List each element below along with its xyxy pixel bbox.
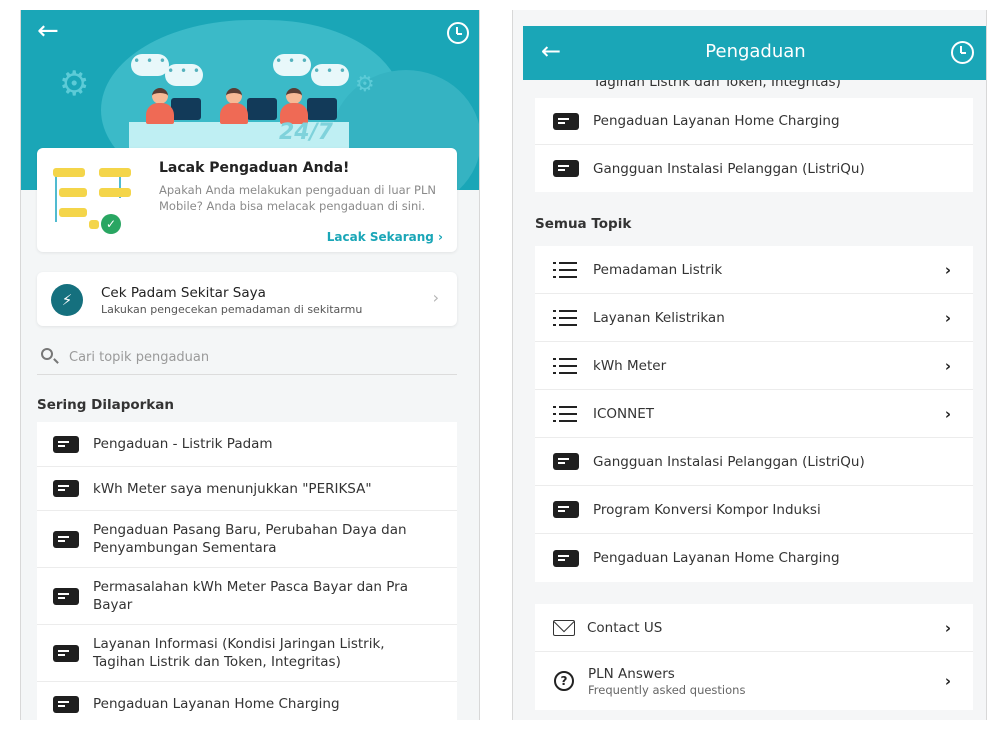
agent-illustration — [217, 88, 251, 124]
chat-bubble-icon: • • • — [131, 54, 169, 76]
contact-us-item[interactable]: Contact US › — [535, 604, 973, 652]
agent-illustration — [277, 88, 311, 124]
section-title-semua: Semua Topik — [535, 216, 632, 232]
page-title: Pengaduan — [705, 41, 806, 62]
card-icon — [53, 530, 79, 548]
monitor-illustration — [247, 98, 277, 120]
list-item[interactable]: Pengaduan - Listrik Padam — [37, 422, 457, 467]
pln-answers-label: PLN Answers — [588, 666, 675, 682]
track-now-link[interactable]: Lacak Sekarang › — [327, 230, 443, 244]
card-icon — [553, 549, 579, 567]
cek-padam-title: Cek Padam Sekitar Saya — [101, 285, 266, 301]
chat-bubble-icon: • • • — [273, 54, 311, 76]
chevron-right-icon: › — [944, 618, 951, 637]
frequent-topics-list: Pengaduan - Listrik Padam kWh Meter saya… — [37, 422, 457, 720]
history-clock-icon[interactable] — [951, 41, 974, 64]
pln-answers-text: PLN Answers Frequently asked questions — [588, 665, 745, 697]
chat-bubble-icon: • • • — [311, 64, 349, 86]
list-item[interactable]: Program Konversi Kompor Induksi — [535, 486, 973, 534]
question-icon: ? — [554, 671, 574, 691]
search-bar[interactable] — [37, 343, 457, 375]
monitor-illustration — [307, 98, 337, 120]
support-24-7-badge: 24/7 — [279, 120, 333, 145]
right-screen: Tagihan Listrik dan Token, Integritas) ←… — [512, 10, 987, 720]
contact-us-label: Contact US — [587, 619, 663, 636]
history-clock-icon[interactable] — [447, 22, 469, 44]
list-item[interactable]: Pengaduan Layanan Home Charging — [37, 682, 457, 720]
list-item[interactable]: kWh Meter saya menunjukkan "PERIKSA" — [37, 467, 457, 511]
all-topics-list: Pemadaman Listrik › Layanan Kelistrikan … — [535, 246, 973, 582]
help-list: Contact US › ? PLN Answers Frequently as… — [535, 604, 973, 710]
list-item-label: Pengaduan - Listrik Padam — [93, 436, 273, 452]
back-arrow-icon[interactable]: ← — [37, 18, 59, 44]
list-item-label: Layanan Informasi (Kondisi Jaringan List… — [93, 636, 385, 670]
list-item[interactable]: Layanan Informasi (Kondisi Jaringan List… — [37, 625, 457, 682]
track-card-description: Apakah Anda melakukan pengaduan di luar … — [159, 183, 436, 213]
left-screen: ⚙ ⚙ • • • • • • • • • • • • 24/7 ← ✓ Lac… — [20, 10, 480, 720]
gear-icon: ⚙ — [355, 72, 375, 97]
contact-mail-icon — [553, 619, 575, 636]
card-icon — [53, 644, 79, 662]
list-item-label: Pemadaman Listrik — [593, 261, 723, 278]
card-icon — [53, 435, 79, 453]
list-item-label: Pengaduan Pasang Baru, Perubahan Daya da… — [93, 522, 407, 556]
agent-illustration — [143, 88, 177, 124]
tracking-flow-icon: ✓ — [49, 164, 139, 234]
search-icon — [41, 348, 53, 360]
app-header: ← Pengaduan — [523, 26, 986, 80]
list-icon — [553, 405, 577, 423]
pln-answers-subtitle: Frequently asked questions — [588, 683, 746, 697]
check-icon: ✓ — [101, 214, 121, 234]
pln-answers-item[interactable]: ? PLN Answers Frequently asked questions… — [535, 652, 973, 710]
list-item-label: Pengaduan Layanan Home Charging — [593, 113, 840, 129]
chevron-right-icon: › — [944, 356, 951, 375]
top-topics-list: Pengaduan Layanan Home Charging Gangguan… — [535, 98, 973, 192]
card-icon — [53, 587, 79, 605]
card-icon — [553, 501, 579, 518]
list-item-label: Pengaduan Layanan Home Charging — [593, 550, 840, 566]
list-item-label: kWh Meter — [593, 357, 667, 374]
chevron-right-icon: › — [944, 672, 951, 690]
chevron-right-icon: › — [944, 260, 951, 279]
track-card-title: Lacak Pengaduan Anda! — [159, 160, 350, 176]
cek-padam-subtitle: Lakukan pengecekan pemadaman di sekitarm… — [101, 303, 363, 316]
chevron-right-icon: › — [944, 308, 951, 327]
list-item[interactable]: Gangguan Instalasi Pelanggan (ListriQu) — [535, 145, 973, 192]
list-item[interactable]: Pengaduan Layanan Home Charging — [535, 534, 973, 582]
card-icon — [553, 453, 579, 470]
list-icon — [553, 309, 577, 327]
list-item[interactable]: Gangguan Instalasi Pelanggan (ListriQu) — [535, 438, 973, 486]
track-complaint-card[interactable]: ✓ Lacak Pengaduan Anda! Apakah Anda mela… — [37, 148, 457, 252]
chevron-right-icon: › — [432, 288, 439, 307]
list-item-label: ICONNET — [593, 405, 655, 422]
gear-icon: ⚙ — [59, 64, 90, 104]
card-icon — [53, 695, 79, 713]
list-item[interactable]: Layanan Kelistrikan › — [535, 294, 973, 342]
list-item[interactable]: Pengaduan Pasang Baru, Perubahan Daya da… — [37, 511, 457, 568]
card-icon — [553, 112, 579, 130]
list-item[interactable]: Pemadaman Listrik › — [535, 246, 973, 294]
list-item-label: kWh Meter saya menunjukkan "PERIKSA" — [93, 480, 372, 497]
list-item-label: Layanan Kelistrikan — [593, 309, 725, 326]
list-item-label: Program Konversi Kompor Induksi — [593, 501, 821, 518]
list-item-label: Gangguan Instalasi Pelanggan (ListriQu) — [593, 160, 865, 177]
list-icon — [553, 357, 577, 375]
chevron-right-icon: › — [944, 404, 951, 423]
section-title-sering: Sering Dilaporkan — [37, 397, 175, 413]
card-icon — [53, 480, 79, 497]
list-item-label: Permasalahan kWh Meter Pasca Bayar dan P… — [93, 579, 408, 613]
list-item-label: Pengaduan Layanan Home Charging — [93, 696, 340, 712]
list-item[interactable]: Pengaduan Layanan Home Charging — [535, 98, 973, 145]
list-item[interactable]: Permasalahan kWh Meter Pasca Bayar dan P… — [37, 568, 457, 625]
cek-padam-card[interactable]: ⚡ Cek Padam Sekitar Saya Lakukan pengece… — [37, 272, 457, 326]
list-icon — [553, 261, 577, 279]
chat-bubble-icon: • • • — [165, 64, 203, 86]
list-item[interactable]: kWh Meter › — [535, 342, 973, 390]
list-item-label: Gangguan Instalasi Pelanggan (ListriQu) — [593, 453, 865, 470]
list-item[interactable]: ICONNET › — [535, 390, 973, 438]
outage-map-icon: ⚡ — [51, 284, 83, 316]
search-input[interactable] — [69, 345, 449, 369]
card-icon — [553, 160, 579, 177]
